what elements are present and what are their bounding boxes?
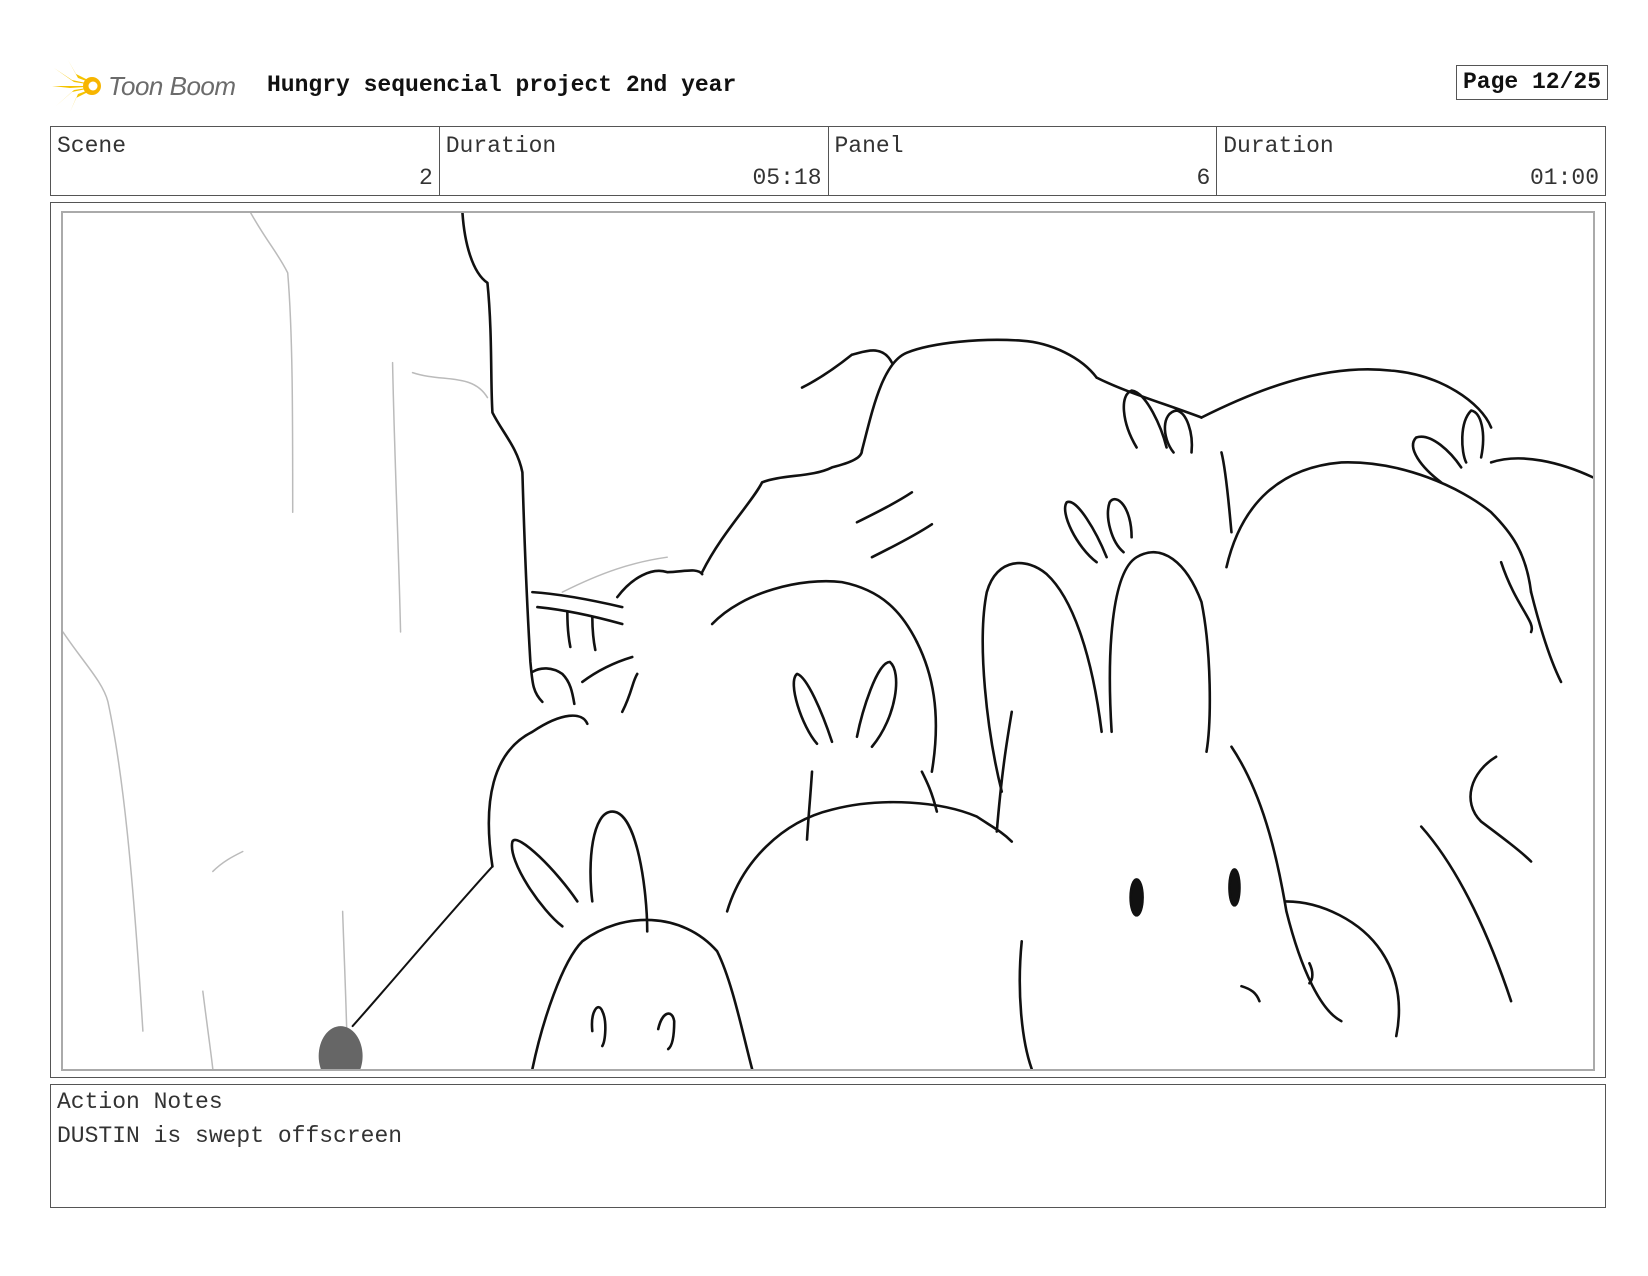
panel-duration-value: 01:00: [1529, 165, 1599, 191]
panel-value: 6: [1196, 165, 1211, 191]
panel-label: Panel: [834, 133, 904, 159]
panel-duration-cell: Duration 01:00: [1217, 127, 1605, 195]
toon-boom-logo: Toon Boom: [52, 60, 236, 112]
action-notes-label: Action Notes: [57, 1089, 223, 1115]
storyboard-panel-frame: [50, 202, 1606, 1078]
project-title: Hungry sequencial project 2nd year: [267, 72, 737, 98]
scene-duration-cell: Duration 05:18: [440, 127, 829, 195]
panel-cell: Panel 6: [829, 127, 1218, 195]
storyboard-drawing: [61, 211, 1595, 1071]
page-number: Page 12/25: [1455, 65, 1608, 100]
page-header: Toon Boom Hungry sequencial project 2nd …: [52, 60, 1608, 112]
scene-value: 2: [418, 165, 433, 191]
scene-cell: Scene 2: [51, 127, 440, 195]
scene-duration-label: Duration: [445, 133, 557, 159]
action-notes-text: DUSTIN is swept offscreen: [57, 1123, 403, 1149]
scene-info-table: Scene 2 Duration 05:18 Panel 6 Duration …: [50, 126, 1606, 196]
scene-duration-value: 05:18: [752, 165, 822, 191]
panel-duration-label: Duration: [1223, 133, 1334, 159]
sketch-drawing: [63, 213, 1593, 1069]
scene-label: Scene: [57, 133, 127, 159]
logo-text: Toon Boom: [108, 70, 236, 101]
starburst-icon: [52, 60, 101, 112]
action-notes-box: Action Notes DUSTIN is swept offscreen: [50, 1084, 1606, 1208]
